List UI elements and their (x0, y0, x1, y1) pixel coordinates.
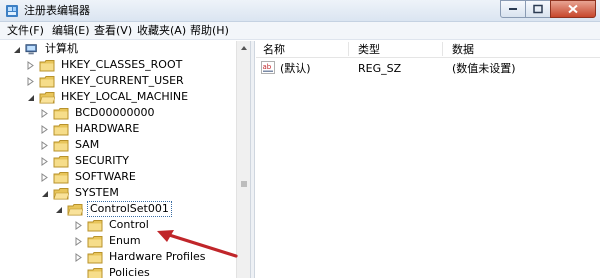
tree-label: HKEY_CLASSES_ROOT (61, 58, 183, 71)
expand-arrow-icon[interactable] (40, 124, 49, 134)
tree-label: Enum (109, 234, 141, 247)
tree-scrollbar[interactable] (236, 41, 250, 278)
folder-icon (53, 155, 69, 167)
tree-item-hardware-profiles[interactable]: Hardware Profiles (74, 249, 208, 265)
key-tree[interactable]: 计算机 HKEY_CLASSES_ROOT HKEY_CURRENT_USER … (0, 41, 251, 278)
tree-label: SOFTWARE (75, 170, 136, 183)
tree-no-expander (74, 269, 83, 278)
tree-item-system[interactable]: SYSTEM (40, 185, 121, 201)
title-bar: 注册表编辑器 (0, 0, 600, 22)
expand-arrow-icon[interactable] (40, 156, 49, 166)
menu-edit[interactable]: 编辑(E) (51, 24, 91, 38)
tree-label: Hardware Profiles (109, 250, 206, 263)
tree-label-selected: ControlSet001 (87, 201, 172, 217)
computer-icon (25, 43, 37, 54)
folder-icon (53, 123, 69, 135)
collapse-arrow-icon[interactable] (26, 93, 35, 102)
folder-open-icon (53, 187, 69, 199)
tree-item-security[interactable]: SECURITY (40, 153, 131, 169)
expand-arrow-icon[interactable] (40, 172, 49, 182)
close-button[interactable] (550, 0, 596, 18)
folder-open-icon (67, 203, 83, 215)
column-divider[interactable] (442, 42, 443, 56)
expand-arrow-icon[interactable] (26, 60, 35, 70)
values-pane[interactable]: 名称 类型 数据 ab (默认) REG_SZ (数值未设置) (256, 41, 600, 278)
scroll-grip-icon[interactable] (240, 180, 248, 188)
value-row[interactable]: ab (默认) REG_SZ (数值未设置) (256, 60, 600, 76)
pane-splitter[interactable] (251, 41, 255, 278)
minimize-button[interactable] (500, 0, 526, 18)
menu-favorites[interactable]: 收藏夹(A) (136, 24, 187, 38)
folder-icon (53, 107, 69, 119)
tree-item-enum[interactable]: Enum (74, 233, 143, 249)
string-value-icon: ab (261, 61, 275, 74)
menu-bar: 文件(F) 编辑(E) 查看(V) 收藏夹(A) 帮助(H) (0, 22, 600, 40)
tree-item-policies[interactable]: Policies (74, 265, 152, 278)
collapse-arrow-icon[interactable] (54, 205, 63, 214)
expand-arrow-icon[interactable] (74, 236, 83, 246)
expand-arrow-icon[interactable] (74, 220, 83, 230)
tree-item-controlset001[interactable]: ControlSet001 (54, 201, 172, 217)
menu-help[interactable]: 帮助(H) (189, 24, 230, 38)
scroll-up-icon[interactable] (238, 42, 250, 54)
folder-icon (87, 267, 103, 278)
tree-label: SYSTEM (75, 186, 119, 199)
folder-icon (53, 171, 69, 183)
tree-label: 计算机 (45, 42, 78, 55)
tree-label: Control (109, 218, 149, 231)
folder-icon (53, 139, 69, 151)
value-name: (默认) (280, 62, 311, 75)
column-divider[interactable] (348, 42, 349, 56)
folder-icon (39, 59, 55, 71)
svg-text:ab: ab (263, 63, 272, 71)
collapse-arrow-icon[interactable] (40, 189, 49, 198)
column-header: 名称 类型 数据 (256, 41, 600, 58)
window-title: 注册表编辑器 (24, 4, 90, 17)
expand-arrow-icon[interactable] (26, 76, 35, 86)
minimize-icon (509, 8, 517, 10)
tree-label: HKEY_CURRENT_USER (61, 74, 184, 87)
tree-item-sam[interactable]: SAM (40, 137, 101, 153)
tree-label: SAM (75, 138, 100, 151)
menu-file[interactable]: 文件(F) (6, 24, 45, 38)
tree-item-bcd[interactable]: BCD00000000 (40, 105, 157, 121)
folder-icon (87, 219, 103, 231)
expand-arrow-icon[interactable] (40, 140, 49, 150)
maximize-button[interactable] (525, 0, 551, 18)
maximize-icon (533, 4, 543, 14)
tree-label: HARDWARE (75, 122, 140, 135)
tree-label: BCD00000000 (75, 106, 155, 119)
tree-item-hklm[interactable]: HKEY_LOCAL_MACHINE (26, 89, 190, 105)
column-name[interactable]: 名称 (263, 43, 285, 56)
column-type[interactable]: 类型 (358, 43, 380, 56)
expand-arrow-icon[interactable] (40, 108, 49, 118)
tree-label: Policies (109, 266, 150, 278)
tree-item-hardware[interactable]: HARDWARE (40, 121, 141, 137)
menu-view[interactable]: 查看(V) (93, 24, 133, 38)
regedit-app-icon (6, 5, 18, 17)
folder-icon (39, 75, 55, 87)
column-data[interactable]: 数据 (452, 43, 474, 56)
tree-item-hkcr[interactable]: HKEY_CLASSES_ROOT (26, 57, 184, 73)
window-controls (500, 0, 596, 18)
expand-arrow-icon[interactable] (74, 252, 83, 262)
value-type: REG_SZ (358, 62, 402, 75)
tree-item-software[interactable]: SOFTWARE (40, 169, 138, 185)
tree-item-hkcu[interactable]: HKEY_CURRENT_USER (26, 73, 186, 89)
collapse-arrow-icon[interactable] (12, 45, 21, 54)
folder-icon (87, 235, 103, 247)
value-data: (数值未设置) (452, 62, 516, 75)
tree-label: SECURITY (75, 154, 129, 167)
folder-open-icon (39, 91, 55, 103)
folder-icon (87, 251, 103, 263)
tree-item-computer[interactable]: 计算机 (12, 41, 80, 57)
close-icon (568, 4, 578, 14)
client-area: 计算机 HKEY_CLASSES_ROOT HKEY_CURRENT_USER … (0, 41, 600, 278)
tree-label: HKEY_LOCAL_MACHINE (61, 90, 189, 103)
tree-item-control[interactable]: Control (74, 217, 151, 233)
